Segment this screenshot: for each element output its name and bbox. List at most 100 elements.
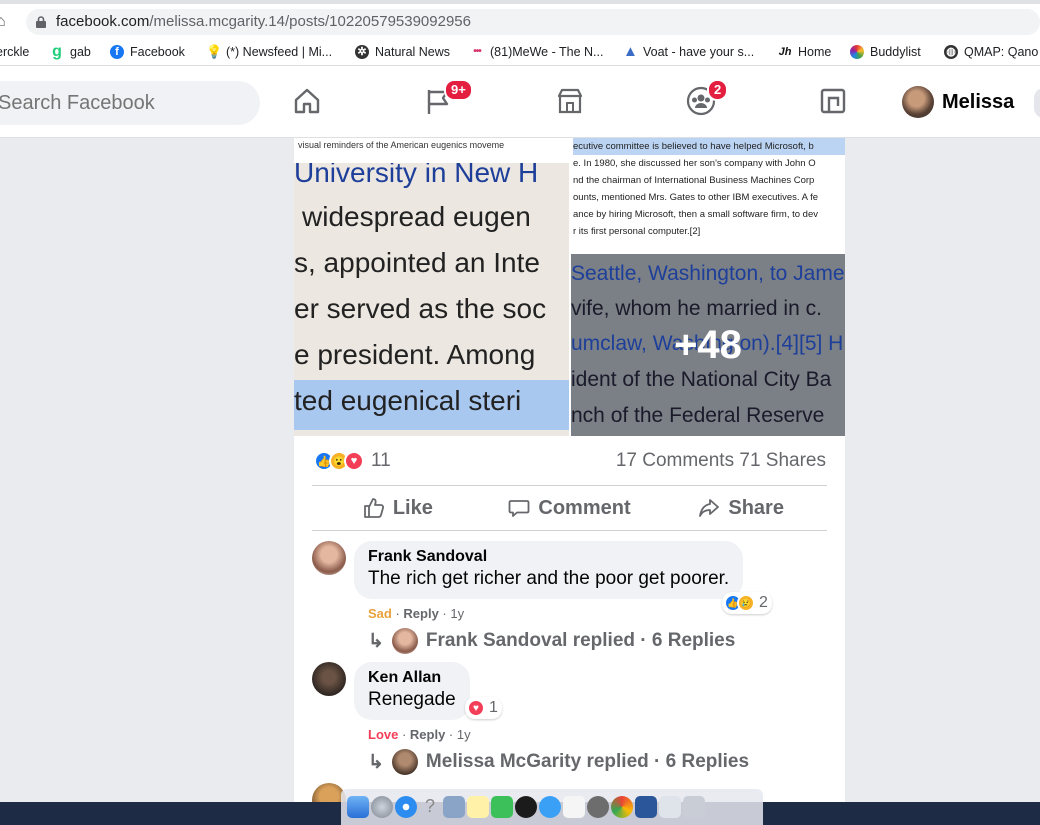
bookmark-label: erckle bbox=[0, 45, 30, 59]
like-button[interactable]: Like bbox=[312, 486, 484, 530]
comment-button[interactable]: Comment bbox=[484, 486, 656, 530]
comment-age[interactable]: 1y bbox=[450, 606, 464, 621]
avatar bbox=[391, 628, 418, 654]
launchpad-icon[interactable] bbox=[371, 796, 393, 818]
photo-text-line: ance by hiring Microsoft, then a small s… bbox=[573, 209, 818, 220]
comment: Frank Sandoval The rich get richer and t… bbox=[312, 541, 827, 654]
reply-link[interactable]: Reply bbox=[410, 727, 445, 742]
notes-icon[interactable] bbox=[467, 796, 489, 818]
avatar bbox=[391, 749, 418, 775]
home-icon[interactable] bbox=[292, 86, 322, 116]
profile-shortcut[interactable]: Melissa bbox=[902, 86, 1014, 118]
url-field[interactable]: facebook.com/melissa.mcgarity.14/posts/1… bbox=[26, 9, 1040, 35]
jh-icon: Jh bbox=[778, 46, 792, 58]
comment-author[interactable]: Ken Allan bbox=[368, 669, 456, 687]
photo-top-left[interactable]: visual reminders of the American eugenic… bbox=[294, 138, 569, 163]
bookmark-newsfeed[interactable]: 💡 (*) Newsfeed | Mi... bbox=[206, 45, 333, 60]
bookmark-qmap[interactable]: ◍ QMAP: Qano bbox=[944, 45, 1038, 59]
thumbs-up-icon bbox=[363, 498, 384, 518]
photo-top-right[interactable]: ecutive committee is believed to have he… bbox=[571, 138, 845, 252]
photo-text-line: e. In 1980, she discussed her son's comp… bbox=[573, 158, 816, 169]
comment-label: Comment bbox=[538, 496, 631, 519]
comment-meta: Love · Reply · 1y bbox=[368, 727, 471, 742]
love-reaction-icon: ♥ bbox=[344, 451, 364, 471]
avatar[interactable] bbox=[312, 662, 346, 696]
lock-icon bbox=[36, 16, 46, 28]
reply-link[interactable]: Reply bbox=[403, 606, 438, 621]
quicktime-icon[interactable] bbox=[515, 796, 537, 818]
comment-reactions[interactable]: ♥ 1 bbox=[465, 697, 502, 719]
safari-icon[interactable] bbox=[395, 796, 417, 818]
comment-age[interactable]: 1y bbox=[457, 727, 471, 742]
avatar[interactable] bbox=[312, 541, 346, 575]
comments-count[interactable]: 17 Comments bbox=[616, 450, 734, 471]
bookmark-home[interactable]: Jh Home bbox=[778, 45, 832, 59]
bookmark-label: gab bbox=[70, 45, 91, 59]
create-button[interactable] bbox=[1034, 88, 1040, 118]
dock: ? bbox=[341, 789, 763, 825]
comment-text: The rich get richer and the poor get poo… bbox=[368, 568, 730, 589]
reaction-summary[interactable]: 👍 😮 ♥ 11 bbox=[314, 450, 391, 472]
comment-reactions[interactable]: 👍 😢 2 bbox=[722, 592, 772, 614]
help-icon[interactable]: ? bbox=[419, 796, 441, 818]
bookmark-gab[interactable]: g gab bbox=[50, 43, 91, 60]
love-reaction-icon: ♥ bbox=[467, 699, 485, 717]
photos-icon[interactable] bbox=[563, 796, 585, 818]
comment-icon bbox=[508, 500, 530, 517]
messages-icon[interactable] bbox=[539, 796, 561, 818]
photo-more[interactable]: Seattle, Washington, to Jame vife, whom … bbox=[571, 254, 845, 436]
bookmarks-bar: erckle ggab f Facebook 💡(*) Newsfeed | Mi… bbox=[0, 40, 1040, 66]
qmap-icon: ◍ bbox=[944, 45, 958, 59]
bookmark-natural-news[interactable]: ✲ Natural News bbox=[355, 45, 450, 59]
search-input[interactable] bbox=[0, 81, 260, 125]
bookmark-mewe[interactable]: ••• (81)MeWe - The N... bbox=[470, 45, 603, 59]
like-label: Like bbox=[392, 496, 433, 519]
documents-icon[interactable] bbox=[659, 796, 681, 818]
share-button[interactable]: Share bbox=[655, 486, 827, 530]
comment-reaction-label[interactable]: Sad bbox=[368, 606, 392, 621]
shares-count[interactable]: 71 Shares bbox=[739, 450, 826, 471]
photo-text-line: s, appointed an Inte bbox=[294, 247, 540, 278]
facebook-navbar: 9+ 2 Melissa bbox=[0, 66, 1040, 138]
comment: Ken Allan Renegade ♥ 1 Love · Reply · 1y… bbox=[312, 662, 827, 775]
comment-meta: Sad · Reply · 1y bbox=[368, 606, 465, 621]
home-icon[interactable]: ⌂ bbox=[0, 13, 6, 31]
groups-badge: 2 bbox=[707, 79, 729, 101]
facetime-icon[interactable] bbox=[491, 796, 513, 818]
bookmark-erckle[interactable]: erckle bbox=[0, 45, 29, 59]
bookmark-label: Home bbox=[798, 45, 832, 59]
preview-icon[interactable] bbox=[443, 796, 465, 818]
reaction-count: 11 bbox=[371, 450, 391, 471]
marketplace-icon[interactable] bbox=[555, 86, 585, 116]
view-replies[interactable]: ↳ Melissa McGarity replied · 6 Replies bbox=[368, 749, 749, 775]
url-path: /melissa.mcgarity.14/posts/1022057953909… bbox=[149, 13, 471, 30]
browser-address-bar: ⌂ facebook.com/melissa.mcgarity.14/posts… bbox=[0, 0, 1040, 40]
bookmark-voat[interactable]: ▲ Voat - have your s... bbox=[623, 44, 755, 59]
replies-label: Melissa McGarity replied · 6 Replies bbox=[425, 751, 750, 772]
profile-name: Melissa bbox=[942, 90, 1015, 113]
bookmark-label: Buddylist bbox=[870, 45, 921, 59]
comment-bubble: Frank Sandoval The rich get richer and t… bbox=[354, 541, 744, 599]
photo-text-line: r its first personal computer.[2] bbox=[573, 226, 701, 237]
trash-icon[interactable] bbox=[683, 796, 705, 818]
view-replies[interactable]: ↳ Frank Sandoval replied · 6 Replies bbox=[368, 628, 735, 654]
replies-label: Frank Sandoval replied · 6 Replies bbox=[425, 630, 736, 651]
bookmark-label: Voat - have your s... bbox=[643, 45, 755, 59]
photo-text-line: ounts, mentioned Mrs. Gates to other IBM… bbox=[573, 192, 819, 203]
comment-reaction-label[interactable]: Love bbox=[368, 727, 398, 742]
naturalnews-icon: ✲ bbox=[355, 45, 369, 59]
comment-author[interactable]: Frank Sandoval bbox=[368, 548, 729, 566]
bookmark-facebook[interactable]: f Facebook bbox=[110, 45, 185, 59]
post-actions: Like Comment Share bbox=[312, 485, 827, 531]
system-preferences-icon[interactable] bbox=[587, 796, 609, 818]
photo-left[interactable]: University in New H widespread eugen s, … bbox=[294, 163, 569, 436]
finder-icon[interactable] bbox=[347, 796, 369, 818]
gaming-icon[interactable] bbox=[818, 86, 848, 116]
bookmark-label: (*) Newsfeed | Mi... bbox=[226, 45, 333, 59]
word-icon[interactable] bbox=[635, 796, 657, 818]
bookmark-buddylist[interactable]: Buddylist bbox=[850, 45, 921, 59]
gab-icon: g bbox=[52, 43, 62, 60]
comment-bubble: Ken Allan Renegade bbox=[354, 662, 470, 720]
comment-reaction-count: 1 bbox=[489, 699, 498, 716]
chrome-icon[interactable] bbox=[611, 796, 633, 818]
